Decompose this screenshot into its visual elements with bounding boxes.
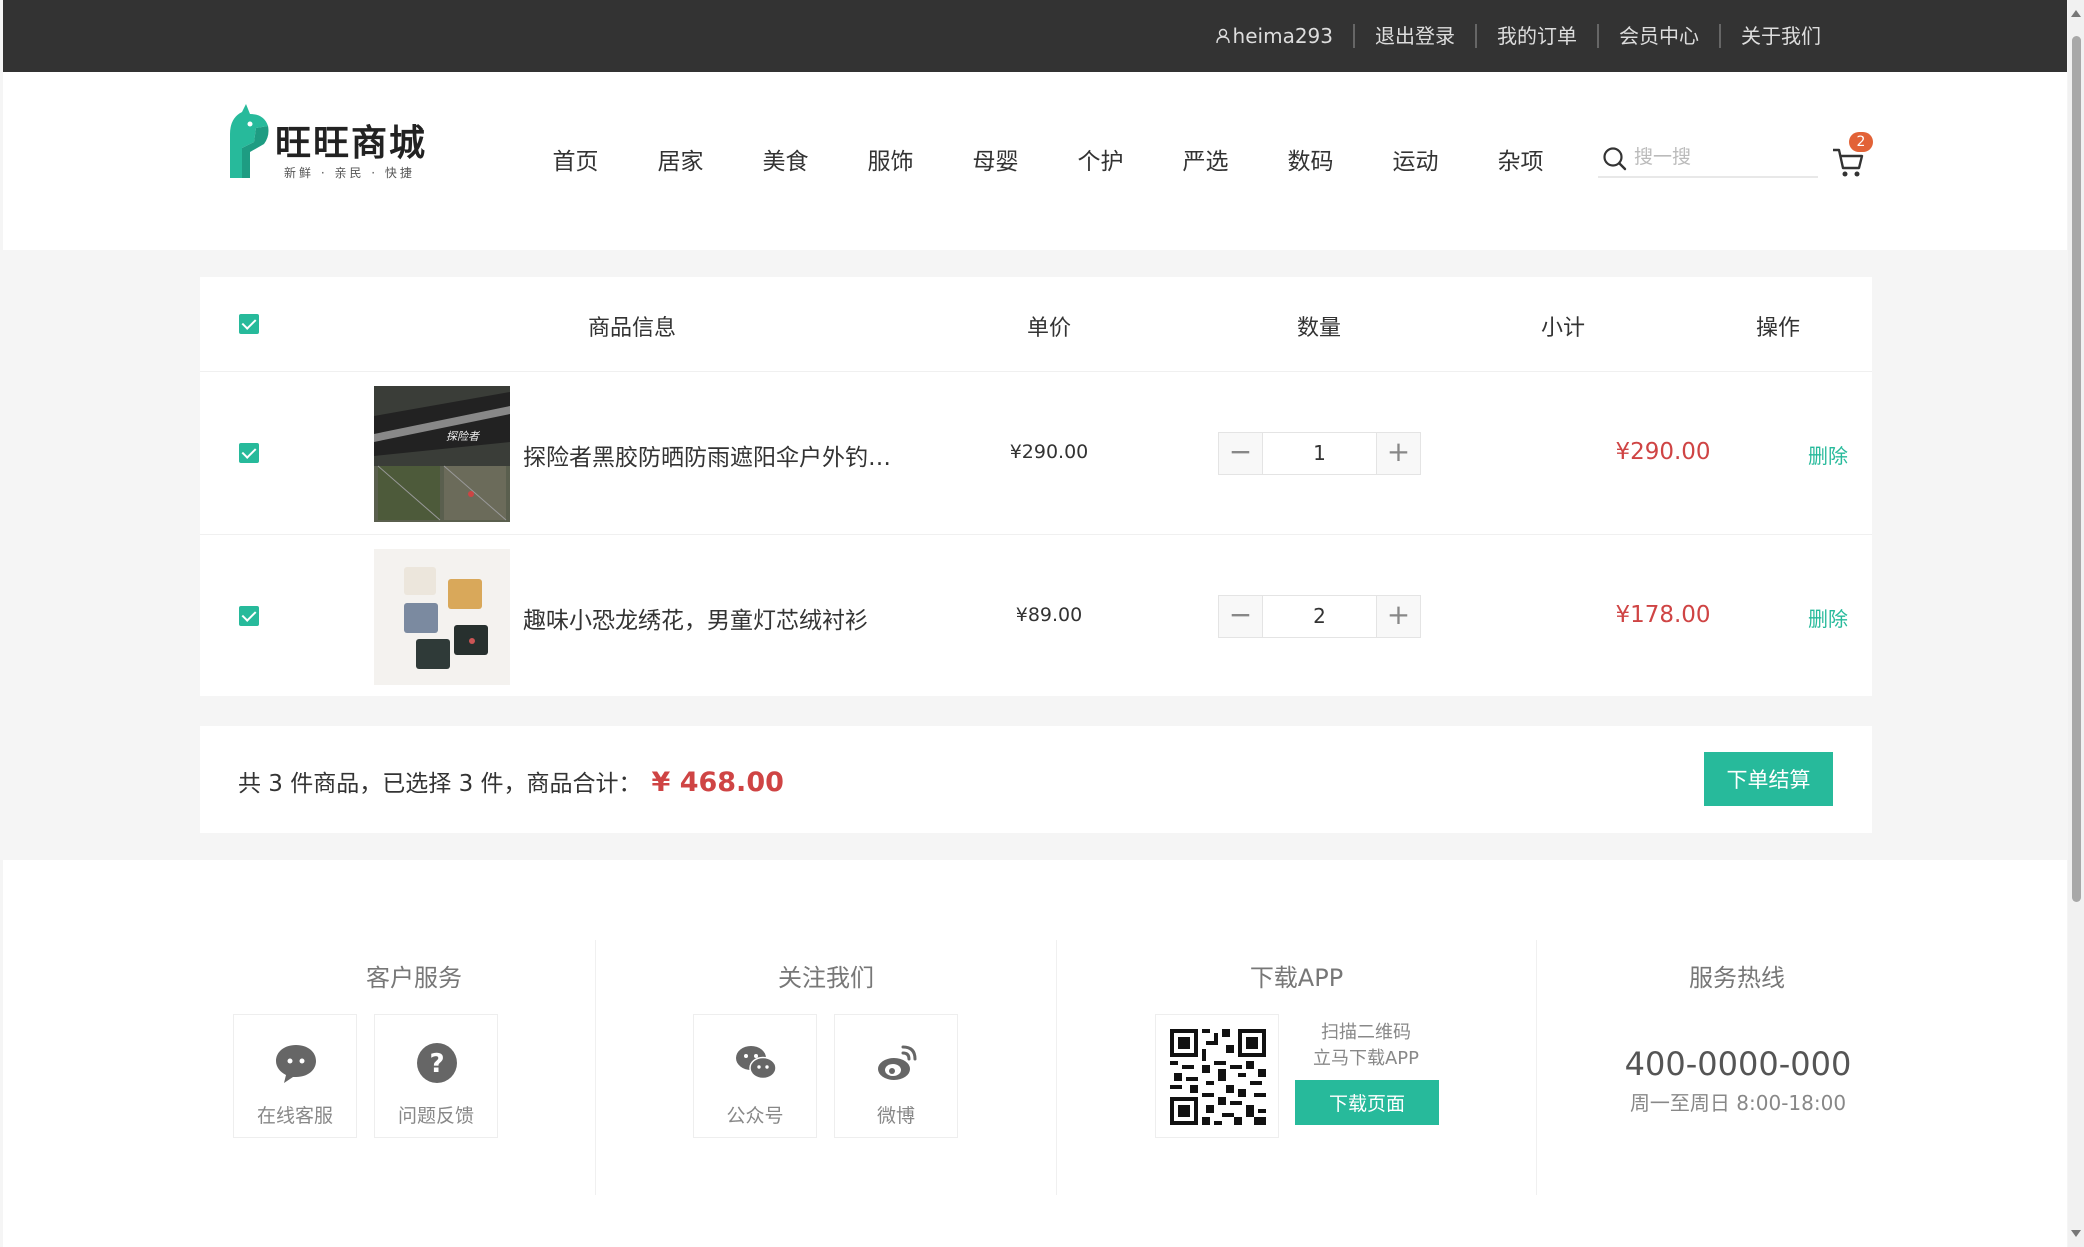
- header-subtotal: 小计: [1540, 316, 1585, 341]
- unit-price: ¥290.00: [1009, 441, 1089, 463]
- scrollbar-thumb[interactable]: [2072, 36, 2081, 902]
- weibo-label: 微博: [876, 1105, 915, 1127]
- delete-link[interactable]: 删除: [1728, 440, 1928, 469]
- svg-text:探险者: 探险者: [446, 430, 481, 443]
- nav-digital[interactable]: 数码: [1258, 142, 1363, 176]
- question-icon: ?: [417, 1043, 457, 1083]
- qr-code-icon: [1170, 1029, 1266, 1125]
- search-input[interactable]: [1634, 144, 1804, 170]
- footer-app-title: 下载APP: [1249, 964, 1344, 992]
- header-quantity: 数量: [1296, 316, 1341, 341]
- header: 旺旺商城 新鲜 · 亲民 · 快捷 首页 居家 美食 服饰 母婴 个护 严选 数…: [3, 72, 2067, 250]
- checkout-button[interactable]: 下单结算: [1704, 752, 1833, 806]
- footer-service-title: 客户服务: [366, 964, 462, 992]
- footer-hotline-title: 服务热线: [1689, 964, 1785, 992]
- online-service-box[interactable]: 在线客服: [233, 1014, 357, 1138]
- product-thumbnail[interactable]: 探险者: [374, 386, 510, 522]
- feedback-box[interactable]: ? 问题反馈: [374, 1014, 498, 1138]
- footer-follow-title: 关注我们: [778, 964, 874, 992]
- about-us-link[interactable]: 关于我们: [1719, 24, 1841, 48]
- search-box: [1598, 138, 1818, 178]
- download-page-button[interactable]: 下载页面: [1295, 1080, 1439, 1125]
- logo-mark-icon: [230, 104, 269, 178]
- logo[interactable]: 旺旺商城 新鲜 · 亲民 · 快捷: [220, 102, 440, 182]
- nav-sports[interactable]: 运动: [1363, 142, 1468, 176]
- user-icon: [1215, 28, 1230, 44]
- hotline-hours: 周一至周日 8:00-18:00: [1629, 1091, 1847, 1115]
- app-download-text: 扫描二维码 立马下载APP: [1293, 1020, 1439, 1072]
- feedback-label: 问题反馈: [397, 1105, 474, 1127]
- user-link[interactable]: heima293: [1196, 24, 1353, 48]
- my-orders-link[interactable]: 我的订单: [1475, 24, 1597, 48]
- cart-summary: 共 3 件商品，已选择 3 件，商品合计： ¥ 468.00 下单结算: [200, 726, 1872, 833]
- table-row: 探险者 探险者黑胶防晒防雨遮阳伞户外钓鱼伞 ¥290.00 − 1 + ¥290…: [200, 372, 1872, 535]
- member-center-link[interactable]: 会员中心: [1597, 24, 1719, 48]
- header-action: 操作: [1755, 316, 1800, 341]
- main-nav: 首页 居家 美食 服饰 母婴 个护 严选 数码 运动 杂项: [523, 142, 1573, 176]
- nav-home[interactable]: 首页: [523, 142, 628, 176]
- scroll-up-arrow-icon[interactable]: [2071, 10, 2081, 17]
- hotline-info: 400-0000-000 周一至周日 8:00-18:00: [1538, 1045, 1938, 1116]
- chat-bubble-icon: [276, 1045, 316, 1083]
- delete-link[interactable]: 删除: [1728, 603, 1928, 632]
- footer-follow-column: 关注我们: [596, 940, 1057, 1195]
- header-product-info: 商品信息: [587, 316, 676, 341]
- footer: 客户服务 在线客服 ? 问题反馈 关注我们 公众号 微博 下载APP 扫描二维码…: [3, 860, 2067, 1247]
- nav-personal-care[interactable]: 个护: [1048, 142, 1153, 176]
- cart-button[interactable]: 2: [1831, 132, 1873, 182]
- hotline-number: 400-0000-000: [1624, 1045, 1852, 1083]
- wechat-icon: [736, 1046, 777, 1080]
- nav-baby[interactable]: 母婴: [943, 142, 1048, 176]
- quantity-value[interactable]: 2: [1262, 596, 1377, 637]
- weibo-box[interactable]: 微博: [834, 1014, 958, 1138]
- summary-label: 共 3 件商品，已选择 3 件，商品合计：: [238, 771, 642, 797]
- logo-subtitle: 新鲜 · 亲民 · 快捷: [284, 166, 415, 180]
- online-service-label: 在线客服: [256, 1105, 333, 1127]
- nav-home-living[interactable]: 居家: [628, 142, 733, 176]
- nav-food[interactable]: 美食: [733, 142, 838, 176]
- header-unit-price: 单价: [1026, 316, 1071, 341]
- app-text-line2: 立马下载APP: [1312, 1048, 1420, 1069]
- page-scrollbar[interactable]: [2068, 0, 2084, 1247]
- search-icon[interactable]: [1602, 146, 1628, 172]
- quantity-value[interactable]: 1: [1262, 433, 1377, 474]
- weibo-icon: [878, 1045, 917, 1080]
- quantity-stepper: − 1 +: [1218, 432, 1421, 475]
- logout-link[interactable]: 退出登录: [1353, 24, 1475, 48]
- unit-price: ¥89.00: [1015, 604, 1083, 626]
- wechat-label: 公众号: [726, 1105, 784, 1127]
- decrease-button[interactable]: −: [1219, 596, 1262, 637]
- wechat-box[interactable]: 公众号: [693, 1014, 817, 1138]
- logo-title: 旺旺商城: [275, 123, 428, 164]
- username: heima293: [1232, 24, 1333, 48]
- cart-count-badge: 2: [1849, 132, 1873, 152]
- top-nav: heima293 退出登录 我的订单 会员中心 关于我们: [1196, 0, 1841, 72]
- scroll-down-arrow-icon[interactable]: [2071, 1230, 2081, 1237]
- row-checkbox[interactable]: [239, 606, 259, 626]
- nav-misc[interactable]: 杂项: [1468, 142, 1573, 176]
- umbrella-product-image: 探险者: [374, 386, 510, 522]
- product-thumbnail[interactable]: [374, 549, 510, 685]
- increase-button[interactable]: +: [1377, 596, 1420, 637]
- summary-total: ¥ 468.00: [651, 767, 784, 798]
- product-name[interactable]: 趣味小恐龙绣花，男童灯芯绒衬衫: [523, 601, 903, 635]
- product-name[interactable]: 探险者黑胶防晒防雨遮阳伞户外钓鱼伞: [523, 438, 903, 472]
- cart-table: 商品信息 单价 数量 小计 操作 探险者 探险者黑胶防晒防雨遮阳伞户外钓鱼伞 ¥…: [200, 277, 1872, 696]
- nav-apparel[interactable]: 服饰: [838, 142, 943, 176]
- top-bar: heima293 退出登录 我的订单 会员中心 关于我们: [3, 0, 2067, 72]
- table-header: 商品信息 单价 数量 小计 操作: [200, 277, 1872, 372]
- shirt-product-image: [374, 549, 510, 685]
- table-row: 趣味小恐龙绣花，男童灯芯绒衬衫 ¥89.00 − 2 + ¥178.00 删除: [200, 535, 1872, 698]
- svg-text:?: ?: [429, 1049, 444, 1079]
- qr-code: [1155, 1014, 1279, 1138]
- increase-button[interactable]: +: [1377, 433, 1420, 474]
- row-checkbox[interactable]: [239, 443, 259, 463]
- app-text-line1: 扫描二维码: [1321, 1022, 1411, 1043]
- select-all-checkbox[interactable]: [239, 314, 259, 334]
- nav-selected[interactable]: 严选: [1153, 142, 1258, 176]
- summary-text-group: 共 3 件商品，已选择 3 件，商品合计： ¥ 468.00: [238, 764, 784, 798]
- quantity-stepper: − 2 +: [1218, 595, 1421, 638]
- decrease-button[interactable]: −: [1219, 433, 1262, 474]
